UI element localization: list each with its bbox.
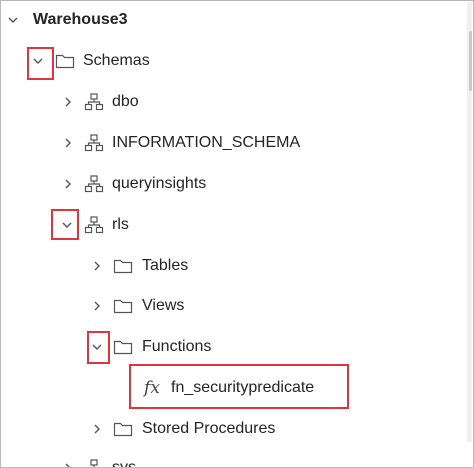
schema-label: sys [112,459,136,468]
schema-label: rls [112,216,129,233]
chevron-right-icon[interactable] [89,298,105,314]
chevron-right-icon[interactable] [60,135,76,151]
highlight-box [87,331,110,364]
folder-label: Views [142,297,185,314]
schema-icon [83,133,105,153]
chevron-right-icon[interactable] [89,258,105,274]
schema-label: queryinsights [112,175,207,192]
scrollbar-thumb[interactable] [469,31,472,91]
folder-icon [112,256,134,276]
chevron-right-icon[interactable] [60,176,76,192]
highlight-box [129,364,349,409]
schema-icon [83,458,105,467]
chevron-right-icon[interactable] [89,421,105,437]
folder-icon [112,337,134,357]
folder-label: Functions [142,338,212,355]
chevron-right-icon[interactable] [60,460,76,467]
schema-icon [83,215,105,235]
schemas-label: Schemas [83,52,150,69]
folder-label: Stored Procedures [142,420,276,437]
schema-icon [83,92,105,112]
folder-icon [112,419,134,439]
folder-label: Tables [142,257,189,274]
chevron-right-icon[interactable] [60,94,76,110]
schema-icon [83,174,105,194]
folder-icon [54,51,76,71]
folder-icon [112,296,134,316]
schema-label: INFORMATION_SCHEMA [112,134,301,151]
chevron-down-icon[interactable] [5,12,21,28]
schema-label: dbo [112,93,139,110]
highlight-box [27,47,54,80]
object-explorer-tree: Warehouse3 Schemas dbo INFORMATION_SCHEM… [0,0,474,468]
warehouse-label: Warehouse3 [33,11,128,28]
highlight-box [51,209,79,240]
